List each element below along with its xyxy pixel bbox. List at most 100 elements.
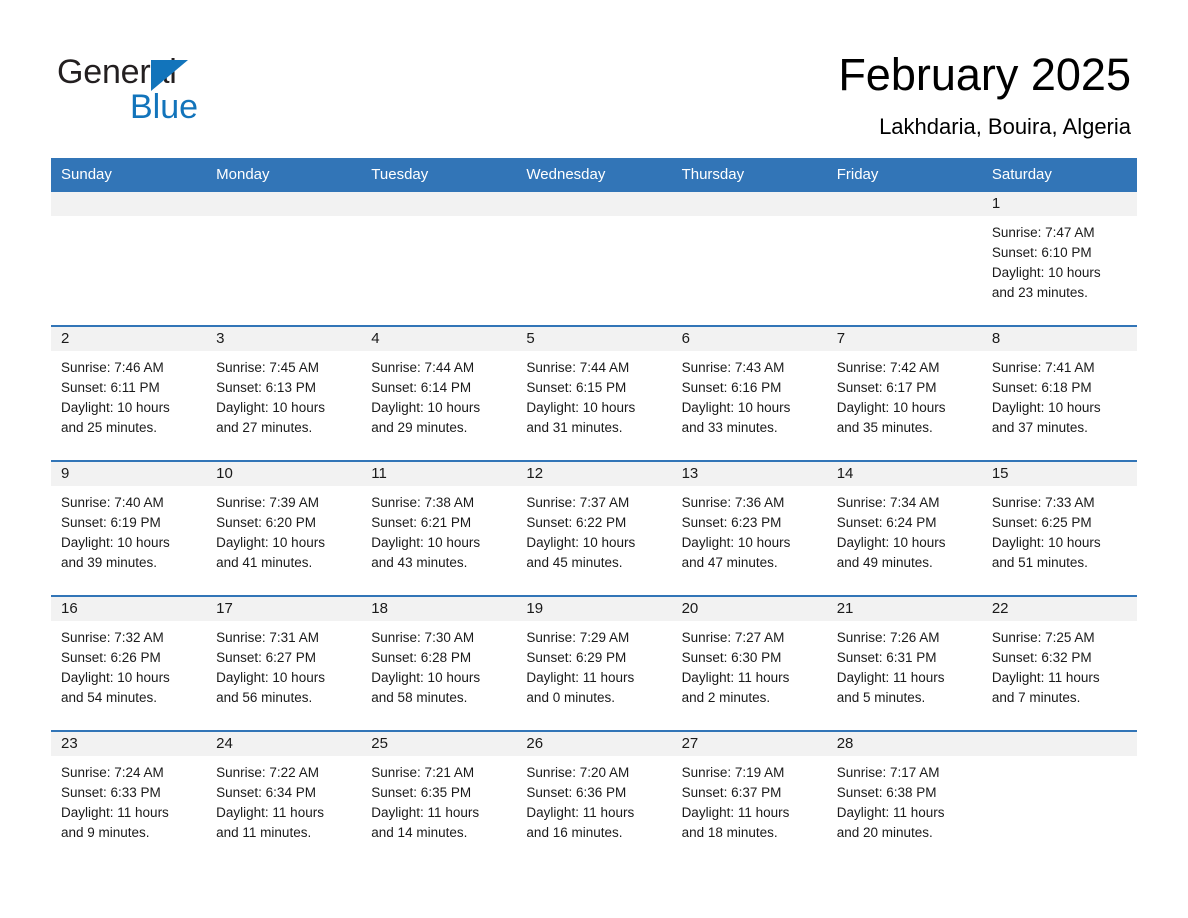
day-number: 22 (981, 597, 1137, 621)
calendar-day-cell[interactable]: 9 Sunrise: 7:40 AM Sunset: 6:19 PM Daylight… (51, 460, 207, 596)
calendar-day-cell[interactable]: 26 Sunrise: 7:20 AM Sunset: 6:36 PM Dayligh… (516, 730, 672, 865)
sunrise-text: Sunrise: 7:32 AM (61, 630, 164, 645)
sunset-text: Sunset: 6:24 PM (836, 515, 937, 530)
day-number: 18 (361, 597, 517, 621)
day-details: Sunrise: 7:40 AM Sunset: 6:19 PM Daylight:… (51, 486, 206, 573)
calendar-day-cell[interactable]: 17 Sunrise: 7:31 AM Sunset: 6:27 PM Dayligh… (206, 595, 362, 731)
day-details: Sunrise: 7:44 AM Sunset: 6:15 PM Daylight:… (516, 351, 671, 438)
calendar-table: Sunday Monday Tuesday Wednesday Thursday… (51, 158, 1137, 865)
daylight-text-line1: Daylight: 11 hours (371, 805, 480, 820)
calendar-day-cell[interactable]: 14 Sunrise: 7:34 AM Sunset: 6:24 PM Dayligh… (826, 460, 982, 596)
calendar-day-cell[interactable]: 28 Sunrise: 7:17 AM Sunset: 6:38 PM Dayligh… (826, 730, 982, 865)
weekday-header-tuesday: Tuesday (361, 158, 517, 192)
sunrise-text: Sunrise: 7:36 AM (681, 495, 785, 510)
day-number: 25 (361, 732, 517, 756)
daylight-text-line1: Daylight: 10 hours (61, 670, 170, 685)
calendar-day-cell[interactable]: 11 Sunrise: 7:38 AM Sunset: 6:21 PM Dayligh… (361, 460, 517, 596)
daylight-text-line2: and 2 minutes. (681, 690, 771, 705)
day-details: Sunrise: 7:25 AM Sunset: 6:32 PM Daylight:… (982, 621, 1137, 708)
calendar-day-cell[interactable]: 3 Sunrise: 7:45 AM Sunset: 6:13 PM Daylight… (206, 325, 362, 461)
day-number (206, 192, 362, 216)
sunset-text: Sunset: 6:29 PM (526, 650, 627, 665)
day-number (981, 732, 1137, 756)
day-number: 23 (51, 732, 207, 756)
sunrise-text: Sunrise: 7:34 AM (836, 495, 940, 510)
calendar-day-cell[interactable]: 20 Sunrise: 7:27 AM Sunset: 6:30 PM Dayligh… (671, 595, 827, 731)
calendar-day-cell[interactable]: 13 Sunrise: 7:36 AM Sunset: 6:23 PM Dayligh… (671, 460, 827, 596)
sunrise-text: Sunrise: 7:22 AM (216, 765, 319, 780)
day-number (51, 192, 207, 216)
calendar-day-cell-empty (206, 192, 362, 326)
day-details: Sunrise: 7:46 AM Sunset: 6:11 PM Daylight:… (51, 351, 206, 438)
day-number: 3 (206, 327, 362, 351)
calendar-day-cell[interactable]: 25 Sunrise: 7:21 AM Sunset: 6:35 PM Dayligh… (361, 730, 517, 865)
daylight-text-line1: Daylight: 10 hours (371, 400, 481, 415)
calendar-day-cell[interactable]: 23 Sunrise: 7:24 AM Sunset: 6:33 PM Dayligh… (51, 730, 207, 865)
sunrise-text: Sunrise: 7:42 AM (836, 360, 940, 375)
daylight-text-line1: Daylight: 10 hours (216, 535, 325, 550)
daylight-text-line2: and 9 minutes. (61, 825, 150, 840)
calendar-day-cell[interactable]: 7 Sunrise: 7:42 AM Sunset: 6:17 PM Daylight… (826, 325, 982, 461)
sunset-text: Sunset: 6:33 PM (61, 785, 161, 800)
calendar-day-cell[interactable]: 12 Sunrise: 7:37 AM Sunset: 6:22 PM Dayligh… (516, 460, 672, 596)
calendar-day-cell[interactable]: 24 Sunrise: 7:22 AM Sunset: 6:34 PM Dayligh… (206, 730, 362, 865)
daylight-text-line2: and 20 minutes. (836, 825, 933, 840)
calendar-day-cell[interactable]: 21 Sunrise: 7:26 AM Sunset: 6:31 PM Dayligh… (826, 595, 982, 731)
day-number (671, 192, 827, 216)
day-number: 26 (516, 732, 672, 756)
daylight-text-line2: and 16 minutes. (526, 825, 623, 840)
calendar-day-cell[interactable]: 4 Sunrise: 7:44 AM Sunset: 6:14 PM Daylight… (361, 325, 517, 461)
day-number: 12 (516, 462, 672, 486)
sunrise-text: Sunrise: 7:29 AM (526, 630, 630, 645)
calendar-day-cell[interactable]: 18 Sunrise: 7:30 AM Sunset: 6:28 PM Dayligh… (361, 595, 517, 731)
day-number: 8 (981, 327, 1137, 351)
sunset-text: Sunset: 6:36 PM (526, 785, 627, 800)
day-number: 6 (671, 327, 827, 351)
daylight-text-line2: and 56 minutes. (216, 690, 313, 705)
sunset-text: Sunset: 6:27 PM (216, 650, 316, 665)
daylight-text-line2: and 33 minutes. (681, 420, 778, 435)
day-details: Sunrise: 7:34 AM Sunset: 6:24 PM Daylight:… (827, 486, 982, 573)
day-details: Sunrise: 7:19 AM Sunset: 6:37 PM Daylight:… (672, 756, 827, 843)
sunset-text: Sunset: 6:30 PM (681, 650, 782, 665)
daylight-text-line2: and 27 minutes. (216, 420, 313, 435)
daylight-text-line2: and 58 minutes. (371, 690, 468, 705)
calendar-day-cell[interactable]: 22 Sunrise: 7:25 AM Sunset: 6:32 PM Dayligh… (981, 595, 1137, 731)
day-number: 4 (361, 327, 517, 351)
calendar-day-cell[interactable]: 1 Sunrise: 7:47 AM Sunset: 6:10 PM Daylight… (981, 192, 1137, 326)
sunset-text: Sunset: 6:19 PM (61, 515, 161, 530)
calendar-day-cell[interactable]: 10 Sunrise: 7:39 AM Sunset: 6:20 PM Dayligh… (206, 460, 362, 596)
day-number: 28 (826, 732, 982, 756)
daylight-text-line1: Daylight: 10 hours (371, 535, 481, 550)
calendar-page: General Blue February 2025 Lakhdaria, Bo… (0, 0, 1188, 918)
daylight-text-line1: Daylight: 11 hours (681, 670, 790, 685)
sunset-text: Sunset: 6:34 PM (216, 785, 316, 800)
day-details: Sunrise: 7:20 AM Sunset: 6:36 PM Daylight:… (516, 756, 671, 843)
calendar-day-cell[interactable]: 15 Sunrise: 7:33 AM Sunset: 6:25 PM Dayligh… (981, 460, 1137, 596)
weekday-header-saturday: Saturday (981, 158, 1137, 192)
page-title: February 2025 (838, 49, 1131, 100)
daylight-text-line2: and 54 minutes. (61, 690, 158, 705)
calendar-day-cell[interactable]: 27 Sunrise: 7:19 AM Sunset: 6:37 PM Dayligh… (671, 730, 827, 865)
sunset-text: Sunset: 6:18 PM (991, 380, 1092, 395)
daylight-text-line1: Daylight: 10 hours (991, 535, 1101, 550)
sunset-text: Sunset: 6:35 PM (371, 785, 472, 800)
sunrise-text: Sunrise: 7:20 AM (526, 765, 630, 780)
calendar-day-cell[interactable]: 8 Sunrise: 7:41 AM Sunset: 6:18 PM Daylight… (981, 325, 1137, 461)
calendar-day-cell[interactable]: 16 Sunrise: 7:32 AM Sunset: 6:26 PM Dayligh… (51, 595, 207, 731)
calendar-day-cell[interactable]: 2 Sunrise: 7:46 AM Sunset: 6:11 PM Daylight… (51, 325, 207, 461)
sunrise-text: Sunrise: 7:43 AM (681, 360, 785, 375)
calendar-day-cell[interactable]: 19 Sunrise: 7:29 AM Sunset: 6:29 PM Dayligh… (516, 595, 672, 731)
weekday-header-friday: Friday (826, 158, 982, 192)
calendar-day-cell[interactable]: 5 Sunrise: 7:44 AM Sunset: 6:15 PM Daylight… (516, 325, 672, 461)
sunrise-text: Sunrise: 7:37 AM (526, 495, 630, 510)
calendar-day-cell[interactable]: 6 Sunrise: 7:43 AM Sunset: 6:16 PM Daylight… (671, 325, 827, 461)
daylight-text-line2: and 18 minutes. (681, 825, 778, 840)
day-details: Sunrise: 7:39 AM Sunset: 6:20 PM Daylight:… (206, 486, 361, 573)
sunset-text: Sunset: 6:15 PM (526, 380, 627, 395)
day-details: Sunrise: 7:38 AM Sunset: 6:21 PM Daylight:… (361, 486, 516, 573)
day-number: 24 (206, 732, 362, 756)
day-number: 20 (671, 597, 827, 621)
daylight-text-line2: and 43 minutes. (371, 555, 468, 570)
calendar-grid: Sunday Monday Tuesday Wednesday Thursday… (51, 158, 1137, 865)
